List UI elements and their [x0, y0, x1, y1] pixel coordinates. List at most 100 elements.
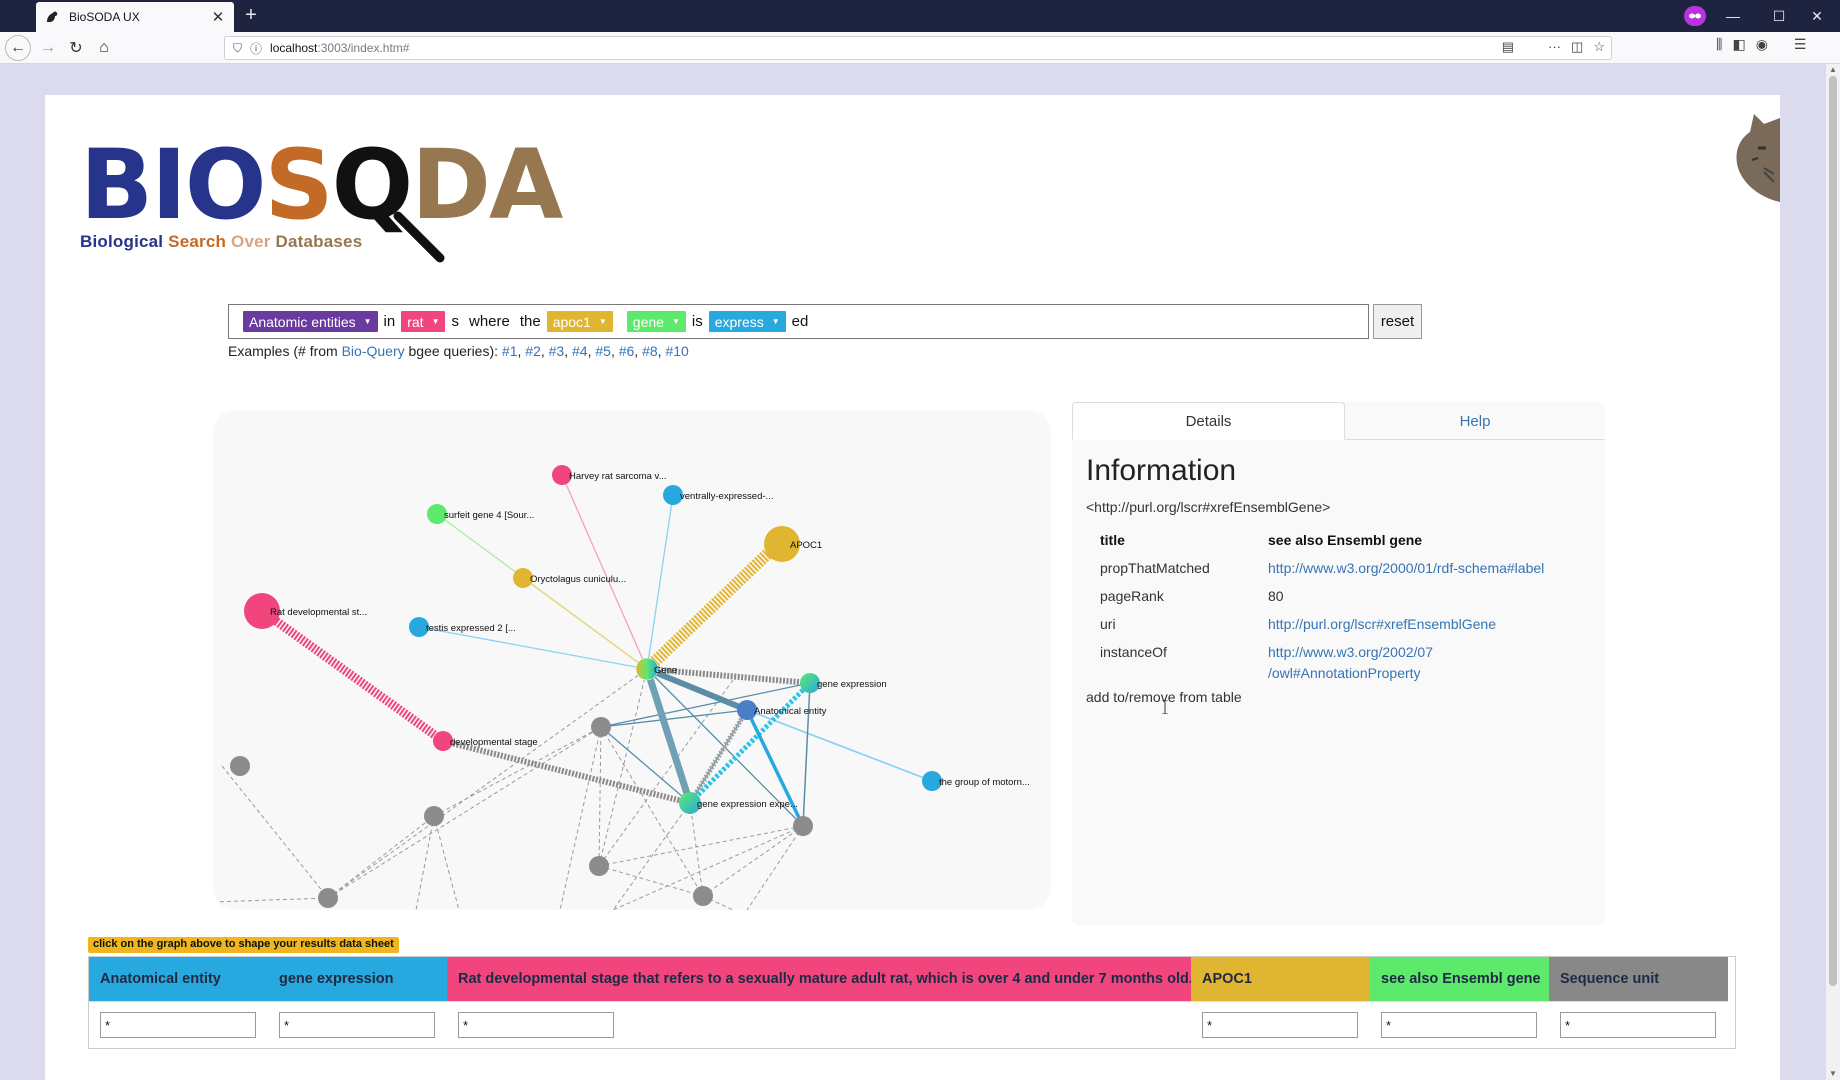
- graph-node-label: APOC1: [790, 540, 822, 551]
- chip-label: gene: [632, 313, 664, 330]
- graph-node-label: testis expressed 2 [...: [426, 623, 516, 634]
- example-link[interactable]: #1: [502, 343, 518, 359]
- column-header[interactable]: Rat developmental stage that refers to a…: [447, 957, 1191, 1001]
- column-header[interactable]: Anatomical entity: [89, 957, 268, 1001]
- shield-icon[interactable]: ⛉: [233, 41, 242, 56]
- logo-subtitle-word: Biological: [80, 232, 164, 251]
- graph-node-unlabeled[interactable]: [693, 886, 713, 906]
- graph-node-label: surfeit gene 4 [Sour...: [444, 510, 534, 521]
- scroll-thumb[interactable]: [1829, 76, 1837, 986]
- biosoda-logo: BIOSQDA Biological Search Over Databases: [80, 137, 563, 263]
- bookmark-star-icon[interactable]: ☆: [1593, 39, 1605, 55]
- graph-node-unlabeled[interactable]: [230, 756, 250, 776]
- vertical-scrollbar[interactable]: ▲ ▼: [1826, 64, 1840, 1080]
- info-value-link[interactable]: http://purl.org/lscr#xrefEnsemblGene: [1268, 616, 1496, 632]
- chip-rat[interactable]: rat ▼: [401, 311, 446, 332]
- browser-tab[interactable]: BioSODA UX ✕: [36, 2, 234, 32]
- graph-node-unlabeled[interactable]: [793, 816, 813, 836]
- column-header[interactable]: see also Ensembl gene: [1370, 957, 1549, 1001]
- results-column: gene expression: [268, 957, 447, 1048]
- chip-apoc1[interactable]: apoc1 ▼: [546, 311, 613, 332]
- browser-navbar: ← → ↻ ⌂ ⛉ ⓘ localhost :3003/index.htm# ▤…: [0, 32, 1840, 64]
- graph-node-label: the group of motorn...: [939, 777, 1030, 788]
- scroll-up-icon[interactable]: ▲: [1828, 66, 1838, 74]
- column-filter-input[interactable]: [1560, 1012, 1716, 1038]
- column-filter-input[interactable]: [458, 1012, 614, 1038]
- private-browsing-icon: [1684, 6, 1706, 26]
- example-link[interactable]: #4: [572, 343, 588, 359]
- chevron-down-icon: ▼: [598, 317, 607, 326]
- column-filter-input[interactable]: [100, 1012, 256, 1038]
- tab-help[interactable]: Help: [1345, 402, 1605, 440]
- information-heading: Information: [1086, 454, 1237, 487]
- graph-background-edges: [213, 668, 804, 910]
- forward-arrow-icon[interactable]: →: [36, 36, 60, 60]
- query-word: where: [468, 313, 510, 330]
- column-header[interactable]: APOC1: [1191, 957, 1370, 1001]
- graph-node-unlabeled[interactable]: [318, 888, 338, 908]
- column-header[interactable]: Sequence unit: [1549, 957, 1728, 1001]
- minimize-icon[interactable]: —: [1710, 0, 1756, 32]
- bio-query-link[interactable]: Bio-Query: [342, 343, 405, 359]
- back-arrow-icon[interactable]: ←: [5, 35, 31, 61]
- library-icon[interactable]: ⫼: [1716, 36, 1722, 53]
- menu-icon[interactable]: ☰: [1794, 36, 1807, 53]
- example-link[interactable]: #8: [642, 343, 658, 359]
- graph-node-unlabeled[interactable]: [424, 806, 444, 826]
- graph-node-label: gene expression expe...: [697, 799, 798, 810]
- details-panel: Details Help Information <http://purl.or…: [1072, 402, 1605, 925]
- info-value-link[interactable]: http://www.w3.org/2000/01/rdf-schema#lab…: [1268, 560, 1544, 576]
- more-actions-icon[interactable]: ···: [1548, 39, 1561, 55]
- info-key: instanceOf: [1100, 644, 1167, 660]
- examples-prefix: Examples (# from: [228, 343, 338, 359]
- reader-view-icon[interactable]: ▤: [1502, 39, 1514, 55]
- column-filter-input[interactable]: [1381, 1012, 1537, 1038]
- graph-thin-edges: [418, 474, 933, 827]
- results-table: Anatomical entity gene expression Rat de…: [88, 956, 1736, 1049]
- chip-express[interactable]: express ▼: [708, 311, 786, 332]
- column-filter-input[interactable]: [1202, 1012, 1358, 1038]
- example-link[interactable]: #5: [595, 343, 611, 359]
- example-link[interactable]: #3: [549, 343, 565, 359]
- info-row: title see also Ensembl gene: [1100, 526, 1568, 554]
- knowledge-graph[interactable]: Harvey rat sarcoma v... ventrally-expres…: [213, 410, 1051, 910]
- details-tabs: Details Help: [1072, 402, 1605, 440]
- info-value-link[interactable]: http://www.w3.org/2002/07 /owl#Annotatio…: [1268, 644, 1433, 681]
- chip-label: rat: [407, 313, 424, 330]
- tab-details[interactable]: Details: [1072, 402, 1345, 440]
- logo-bio: BIO: [80, 129, 266, 241]
- examples-line: Examples (# from Bio-Query bgee queries)…: [228, 343, 689, 359]
- results-column: APOC1: [1191, 957, 1370, 1048]
- example-link[interactable]: #6: [619, 343, 635, 359]
- info-key: pageRank: [1100, 588, 1164, 604]
- example-link[interactable]: #10: [665, 343, 688, 359]
- new-tab-icon[interactable]: +: [240, 4, 262, 26]
- account-icon[interactable]: ◉: [1756, 36, 1768, 53]
- graph-node-unlabeled[interactable]: [591, 717, 611, 737]
- chevron-down-icon: ▼: [431, 317, 440, 326]
- page-info-icon[interactable]: ⓘ: [250, 40, 262, 57]
- url-bar[interactable]: ⛉ ⓘ localhost :3003/index.htm# ▤ ··· ◫ ☆: [224, 36, 1612, 60]
- pocket-icon[interactable]: ◫: [1571, 39, 1583, 55]
- chip-anatomic-entities[interactable]: Anatomic entities ▼: [243, 311, 378, 332]
- graph-labeled-nodes[interactable]: Harvey rat sarcoma v... ventrally-expres…: [244, 465, 1030, 814]
- sidebar-icon[interactable]: ◧: [1732, 36, 1745, 53]
- graph-node-unlabeled[interactable]: [589, 856, 609, 876]
- results-hint-badge: click on the graph above to shape your r…: [88, 937, 399, 953]
- reset-button[interactable]: reset: [1373, 304, 1422, 339]
- query-word: in: [383, 313, 396, 330]
- column-header[interactable]: gene expression: [268, 957, 447, 1001]
- example-link[interactable]: #2: [525, 343, 541, 359]
- tab-close-icon[interactable]: ✕: [210, 8, 226, 26]
- logo-s: S: [264, 129, 334, 241]
- query-builder[interactable]: Anatomic entities ▼ in rat ▼ s where the a…: [228, 304, 1369, 339]
- reload-icon[interactable]: ↻: [64, 36, 88, 60]
- chip-label: apoc1: [552, 313, 591, 330]
- query-word: s: [451, 313, 459, 330]
- window-close-icon[interactable]: ✕: [1794, 0, 1840, 32]
- text-cursor-icon: [1162, 700, 1168, 714]
- scroll-down-icon[interactable]: ▼: [1828, 1070, 1838, 1078]
- column-filter-input[interactable]: [279, 1012, 435, 1038]
- home-icon[interactable]: ⌂: [92, 36, 116, 60]
- chip-gene[interactable]: gene ▼: [626, 311, 686, 332]
